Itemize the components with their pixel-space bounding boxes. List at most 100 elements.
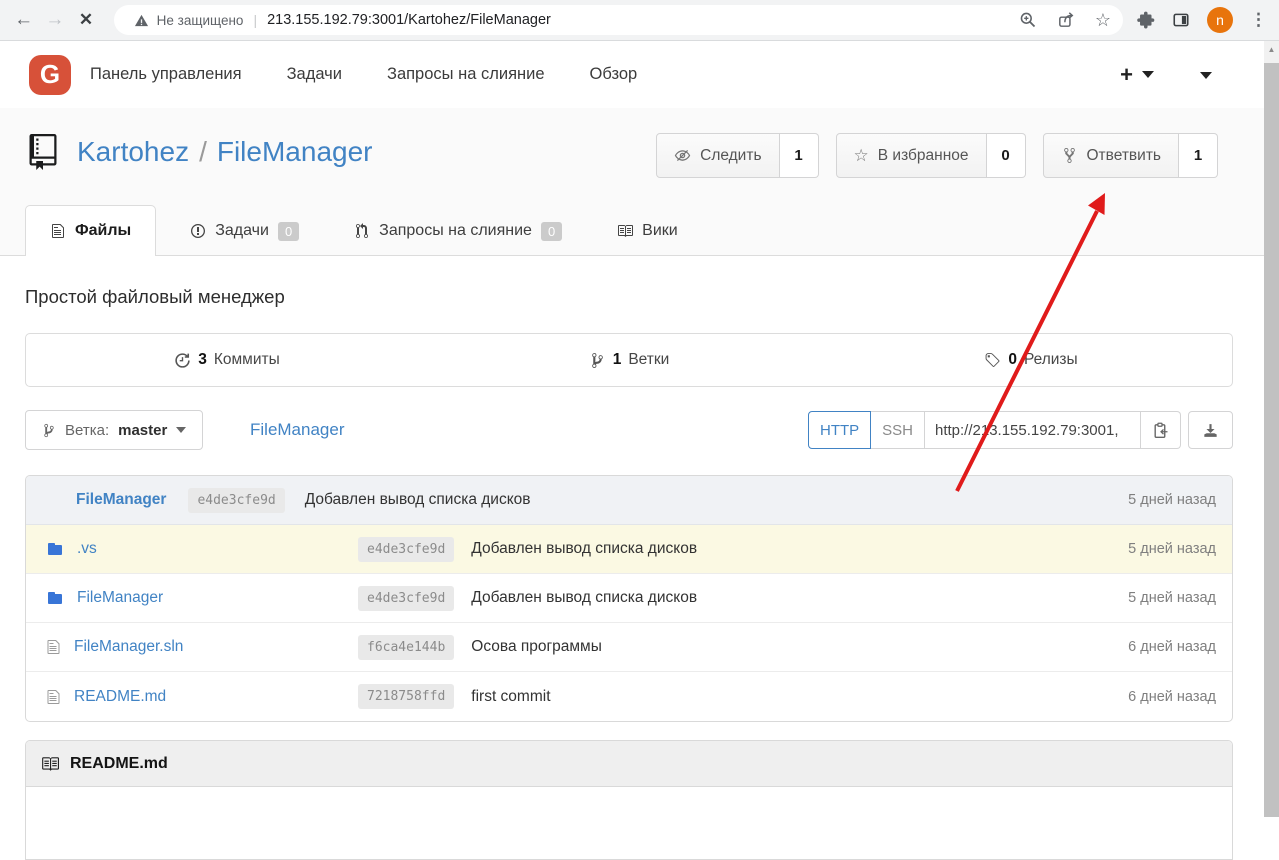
commit-date: 6 дней назад [1128,689,1216,705]
table-row[interactable]: README.md 7218758ffd first commit 6 дней… [26,672,1232,721]
tab-files[interactable]: Файлы [25,205,156,256]
not-secure-warning-icon [134,13,149,28]
fork-icon [1061,147,1078,164]
file-link[interactable]: FileManager [77,589,163,607]
nav-item-issues[interactable]: Задачи [287,65,342,84]
releases-stat[interactable]: 0Релизы [830,334,1232,386]
repo-icon [27,134,59,170]
latest-commit-author-link[interactable]: FileManager [76,491,166,509]
eye-icon [674,147,691,164]
table-row[interactable]: FileManager e4de3cfe9d Добавлен вывод сп… [26,574,1232,623]
commit-date: 5 дней назад [1128,590,1216,606]
readme-panel: README.md [25,740,1233,860]
nav-item-pull-requests[interactable]: Запросы на слияние [387,65,545,84]
user-menu-caret-icon[interactable] [1200,72,1212,79]
scrollbar-up-arrow[interactable]: ▲ [1264,41,1279,57]
fork-count[interactable]: 1 [1179,133,1218,178]
browser-toolbar: ← → ✕ Не защищено | 213.155.192.79:3001/… [0,0,1279,41]
new-menu-caret-icon[interactable] [1142,71,1154,78]
clone-ssh-button[interactable]: SSH [871,411,925,449]
download-icon [1202,422,1219,439]
browser-back-button[interactable]: ← [8,9,39,31]
repo-name-link[interactable]: FileManager [217,136,373,167]
star-group: ☆ В избранное 0 [836,133,1026,178]
new-repo-plus-button[interactable]: + [1120,62,1133,88]
repo-description: Простой файловый менеджер [25,286,285,308]
repo-header: Kartohez / FileManager Следить 1 ☆ В избра… [0,108,1264,256]
side-panel-icon[interactable] [1172,11,1190,29]
browser-profile-avatar[interactable]: n [1207,7,1233,33]
file-icon [46,639,61,655]
page-scrollbar[interactable]: ▲ [1264,41,1279,817]
commit-sha-badge[interactable]: f6ca4e144b [358,635,454,660]
commit-message[interactable]: Добавлен вывод списка дисков [454,540,1128,558]
zoom-icon[interactable] [1019,11,1037,29]
fork-button[interactable]: Ответвить [1043,133,1180,178]
watch-count[interactable]: 1 [780,133,819,178]
clone-http-button[interactable]: HTTP [808,411,871,449]
file-link[interactable]: .vs [77,540,97,558]
breadcrumb-repo-root[interactable]: FileManager [250,420,345,440]
clipboard-copy-icon [1152,422,1169,439]
branch-icon [589,352,606,369]
commit-message[interactable]: first commit [454,688,1128,706]
commits-stat[interactable]: 3Коммиты [26,334,428,386]
scrollbar-thumb[interactable] [1264,63,1279,817]
star-count[interactable]: 0 [987,133,1026,178]
star-button[interactable]: ☆ В избранное [836,133,987,178]
browser-forward-button[interactable]: → [39,9,70,31]
commit-date: 5 дней назад [1128,541,1216,557]
commit-message[interactable]: Осова программы [454,638,1128,656]
copy-clone-url-button[interactable] [1141,411,1181,449]
tag-icon [984,352,1001,369]
browser-stop-button[interactable]: ✕ [70,10,101,30]
watch-button[interactable]: Следить [656,133,779,178]
tab-wiki[interactable]: Вики [596,206,699,256]
commit-sha-badge[interactable]: e4de3cfe9d [358,537,454,562]
tab-pull-requests[interactable]: Запросы на слияние 0 [333,206,583,256]
file-table: FileManager e4de3cfe9d Добавлен вывод сп… [25,475,1233,722]
clone-url-input[interactable] [925,411,1141,449]
tab-issues[interactable]: Задачи 0 [169,206,320,256]
nav-item-explore[interactable]: Обзор [590,65,638,84]
table-row[interactable]: .vs e4de3cfe9d Добавлен вывод списка дис… [26,525,1232,574]
file-icon [46,689,61,705]
branch-selector[interactable]: Ветка: master [25,410,203,450]
star-icon: ☆ [854,147,869,164]
gogs-logo[interactable]: G [29,55,71,95]
share-icon[interactable] [1057,11,1075,29]
pull-requests-count-badge: 0 [541,222,562,241]
branches-stat[interactable]: 1Ветки [428,334,830,386]
readme-title: README.md [70,755,168,773]
table-row[interactable]: FileManager.sln f6ca4e144b Осова програм… [26,623,1232,672]
folder-icon [46,590,64,606]
latest-commit-message[interactable]: Добавлен вывод списка дисков [305,491,531,509]
commit-sha-badge[interactable]: 7218758ffd [358,684,454,709]
extensions-puzzle-icon[interactable] [1137,11,1155,29]
browser-menu-icon[interactable]: ⋮ [1250,10,1267,30]
branch-icon [42,423,56,438]
url-text[interactable]: 213.155.192.79:3001/Kartohez/FileManager [267,12,551,28]
repo-title: Kartohez / FileManager [77,136,373,168]
address-separator: | [253,12,257,28]
address-bar[interactable]: Не защищено | 213.155.192.79:3001/Kartoh… [114,5,1123,35]
nav-item-dashboard[interactable]: Панель управления [90,65,242,84]
pull-request-icon [354,223,370,239]
repo-owner-link[interactable]: Kartohez [77,136,189,167]
file-link[interactable]: FileManager.sln [74,638,183,656]
file-link[interactable]: README.md [74,688,166,706]
download-archive-button[interactable] [1188,411,1233,449]
issues-count-badge: 0 [278,222,299,241]
fork-group: Ответвить 1 [1043,133,1219,178]
commit-message[interactable]: Добавлен вывод списка дисков [454,589,1128,607]
watch-group: Следить 1 [656,133,818,178]
repo-stats-bar: 3Коммиты 1Ветки 0Релизы [25,333,1233,387]
wiki-book-icon [617,223,633,239]
latest-commit-sha[interactable]: e4de3cfe9d [188,488,284,513]
title-slash: / [199,136,207,167]
folder-icon [46,541,64,557]
security-label[interactable]: Не защищено [157,13,244,28]
commit-sha-badge[interactable]: e4de3cfe9d [358,586,454,611]
app-navbar: G Панель управления Задачи Запросы на сл… [0,41,1264,108]
bookmark-star-icon[interactable]: ☆ [1095,11,1111,29]
